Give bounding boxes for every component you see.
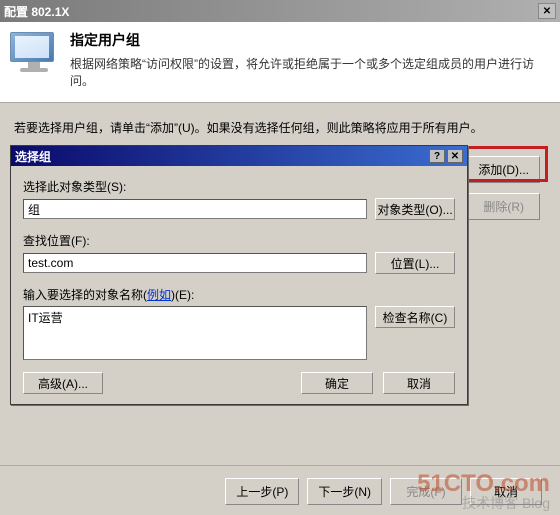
window-titlebar: 配置 802.1X ✕ xyxy=(0,0,560,22)
window-close-button[interactable]: ✕ xyxy=(538,3,556,19)
select-type-label: 选择此对象类型(S): xyxy=(23,178,455,195)
next-button[interactable]: 下一步(N) xyxy=(307,478,382,505)
header-title: 指定用户组 xyxy=(70,30,550,50)
object-type-button[interactable]: 对象类型(O)... xyxy=(375,198,455,220)
object-names-value: IT运营 xyxy=(28,311,63,325)
subdialog-help-button[interactable]: ? xyxy=(429,149,445,163)
help-icon: ? xyxy=(434,151,440,162)
location-button[interactable]: 位置(L)... xyxy=(375,252,455,274)
group-action-buttons: 添加(D)... 删除(R) xyxy=(467,156,540,220)
object-type-input[interactable] xyxy=(23,199,367,219)
finish-button[interactable]: 完成(F) xyxy=(390,478,462,505)
close-icon: ✕ xyxy=(543,6,551,17)
add-button[interactable]: 添加(D)... xyxy=(467,156,540,183)
subdialog-close-button[interactable]: ✕ xyxy=(447,149,463,163)
header-description: 根据网络策略“访问权限”的设置，将允许或拒绝属于一个或多个选定组成员的用户进行访… xyxy=(70,56,550,90)
ok-button[interactable]: 确定 xyxy=(301,372,373,394)
object-names-input[interactable]: IT运营 xyxy=(23,306,367,360)
enter-names-pre: 输入要选择的对象名称( xyxy=(23,288,147,302)
enter-names-post: )(E): xyxy=(171,288,194,302)
look-in-input[interactable] xyxy=(23,253,367,273)
close-icon: ✕ xyxy=(451,151,459,162)
wizard-button-row: 上一步(P) 下一步(N) 完成(F) 取消 xyxy=(0,465,560,505)
subdialog-titlebar: 选择组 ? ✕ xyxy=(11,146,467,166)
check-names-button[interactable]: 检查名称(C) xyxy=(375,306,455,328)
header-banner: 指定用户组 根据网络策略“访问权限”的设置，将允许或拒绝属于一个或多个选定组成员… xyxy=(0,22,560,103)
cancel-button[interactable]: 取消 xyxy=(383,372,455,394)
window-title: 配置 802.1X xyxy=(4,3,69,20)
example-link[interactable]: 例如 xyxy=(147,288,171,302)
computer-icon xyxy=(10,32,58,76)
enter-names-label: 输入要选择的对象名称(例如)(E): xyxy=(23,286,455,303)
advanced-button[interactable]: 高级(A)... xyxy=(23,372,103,394)
select-group-dialog: 选择组 ? ✕ 选择此对象类型(S): 对象类型(O)... 查找位置(F): … xyxy=(10,145,468,405)
instruction-text: 若要选择用户组，请单击“添加”(U)。如果没有选择任何组，则此策略将应用于所有用… xyxy=(14,119,546,136)
wizard-cancel-button[interactable]: 取消 xyxy=(470,478,542,505)
look-in-label: 查找位置(F): xyxy=(23,232,455,249)
remove-button[interactable]: 删除(R) xyxy=(467,193,540,220)
prev-button[interactable]: 上一步(P) xyxy=(225,478,299,505)
subdialog-title: 选择组 xyxy=(15,148,51,165)
